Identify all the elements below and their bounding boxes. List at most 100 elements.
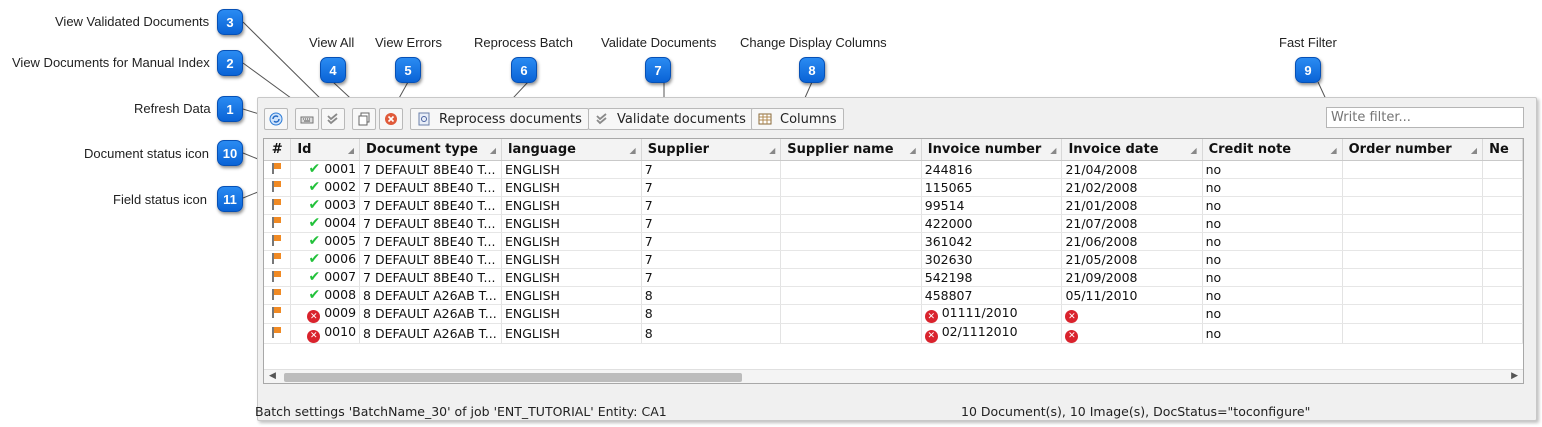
horizontal-scrollbar[interactable]: ◀ ▶ <box>264 369 1523 383</box>
doctype-cell[interactable]: 8 DEFAULT A26AB T... <box>359 304 502 324</box>
refresh-button[interactable] <box>264 108 288 130</box>
doc-status-cell[interactable] <box>264 250 292 269</box>
ne-cell[interactable] <box>1482 160 1523 179</box>
col-header-invoice-number[interactable]: Invoice number ◢ <box>921 139 1063 161</box>
invoice-number-cell[interactable]: 244816 <box>921 160 1063 179</box>
manual-index-button[interactable] <box>295 108 319 130</box>
ne-cell[interactable] <box>1482 232 1523 251</box>
order-number-cell[interactable] <box>1342 214 1484 233</box>
table-row[interactable]: ✔ 0005 7 DEFAULT 8BE40 T... ENGLISH 7 361042… <box>264 232 1523 251</box>
doc-status-cell[interactable] <box>264 214 292 233</box>
invoice-number-cell[interactable]: ✕ 02/1112010 <box>921 323 1063 344</box>
col-header-ne[interactable]: Ne <box>1482 139 1523 161</box>
invoice-date-cell[interactable]: 21/01/2008 <box>1061 196 1203 215</box>
col-header-credit-note[interactable]: Credit note ◢ <box>1202 139 1343 161</box>
doctype-cell[interactable]: 7 DEFAULT 8BE40 T... <box>359 232 502 251</box>
supplier-cell[interactable]: 7 <box>641 160 782 179</box>
supplier-name-cell[interactable] <box>780 304 922 324</box>
col-header-id[interactable]: Id ◢ <box>290 139 361 161</box>
sort-icon[interactable]: ◢ <box>910 146 916 155</box>
id-cell[interactable]: ✔ 0006 <box>290 250 361 269</box>
language-cell[interactable]: ENGLISH <box>501 160 642 179</box>
invoice-date-cell[interactable]: 21/06/2008 <box>1061 232 1203 251</box>
col-header-order-number[interactable]: Order number ◢ <box>1342 139 1484 161</box>
doc-status-cell[interactable] <box>264 304 292 324</box>
sort-icon[interactable]: ◢ <box>1330 146 1336 155</box>
doc-status-cell[interactable] <box>264 178 292 197</box>
order-number-cell[interactable] <box>1342 196 1484 215</box>
order-number-cell[interactable] <box>1342 160 1484 179</box>
ne-cell[interactable] <box>1482 323 1523 344</box>
id-cell[interactable]: ✔ 0001 <box>290 160 361 179</box>
invoice-date-cell[interactable]: 05/11/2010 <box>1061 286 1203 305</box>
invoice-date-cell[interactable]: ✕ <box>1061 323 1203 344</box>
invoice-date-cell[interactable]: 21/02/2008 <box>1061 178 1203 197</box>
ne-cell[interactable] <box>1482 214 1523 233</box>
ne-cell[interactable] <box>1482 196 1523 215</box>
credit-note-cell[interactable]: no <box>1202 232 1343 251</box>
supplier-cell[interactable]: 7 <box>641 196 782 215</box>
supplier-cell[interactable]: 8 <box>641 304 782 324</box>
supplier-name-cell[interactable] <box>780 178 922 197</box>
sort-icon[interactable]: ◢ <box>769 146 775 155</box>
supplier-cell[interactable]: 7 <box>641 268 782 287</box>
validated-docs-button[interactable] <box>321 108 345 130</box>
supplier-cell[interactable]: 8 <box>641 323 782 344</box>
supplier-name-cell[interactable] <box>780 286 922 305</box>
view-errors-button[interactable] <box>379 108 403 130</box>
language-cell[interactable]: ENGLISH <box>501 250 642 269</box>
table-row[interactable]: ✔ 0002 7 DEFAULT 8BE40 T... ENGLISH 7 115065… <box>264 178 1523 197</box>
invoice-number-cell[interactable]: 302630 <box>921 250 1063 269</box>
table-row[interactable]: ✕ 0009 8 DEFAULT A26AB T... ENGLISH 8 ✕ 0111… <box>264 304 1523 324</box>
ne-cell[interactable] <box>1482 304 1523 324</box>
supplier-name-cell[interactable] <box>780 232 922 251</box>
sort-icon[interactable]: ◢ <box>348 146 354 155</box>
col-header-language[interactable]: language ◢ <box>501 139 642 161</box>
invoice-date-cell[interactable]: 21/05/2008 <box>1061 250 1203 269</box>
col-header-number[interactable]: # <box>264 139 292 161</box>
doctype-cell[interactable]: 8 DEFAULT A26AB T... <box>359 323 502 344</box>
doctype-cell[interactable]: 7 DEFAULT 8BE40 T... <box>359 214 502 233</box>
supplier-name-cell[interactable] <box>780 160 922 179</box>
language-cell[interactable]: ENGLISH <box>501 323 642 344</box>
invoice-number-cell[interactable]: 542198 <box>921 268 1063 287</box>
id-cell[interactable]: ✔ 0005 <box>290 232 361 251</box>
doc-status-cell[interactable] <box>264 268 292 287</box>
scroll-thumb[interactable] <box>284 373 742 382</box>
doctype-cell[interactable]: 7 DEFAULT 8BE40 T... <box>359 268 502 287</box>
columns-button[interactable]: Columns <box>751 108 844 130</box>
table-row[interactable]: ✔ 0003 7 DEFAULT 8BE40 T... ENGLISH 7 99514 2… <box>264 196 1523 215</box>
credit-note-cell[interactable]: no <box>1202 286 1343 305</box>
credit-note-cell[interactable]: no <box>1202 250 1343 269</box>
invoice-number-cell[interactable]: 458807 <box>921 286 1063 305</box>
supplier-cell[interactable]: 7 <box>641 250 782 269</box>
doctype-cell[interactable]: 7 DEFAULT 8BE40 T... <box>359 196 502 215</box>
language-cell[interactable]: ENGLISH <box>501 178 642 197</box>
col-header-supplier-name[interactable]: Supplier name ◢ <box>780 139 922 161</box>
doc-status-cell[interactable] <box>264 286 292 305</box>
reprocess-documents-button[interactable]: Reprocess documents <box>410 108 589 130</box>
doctype-cell[interactable]: 7 DEFAULT 8BE40 T... <box>359 178 502 197</box>
invoice-number-cell[interactable]: 422000 <box>921 214 1063 233</box>
order-number-cell[interactable] <box>1342 232 1484 251</box>
order-number-cell[interactable] <box>1342 286 1484 305</box>
scroll-left-icon[interactable]: ◀ <box>269 370 276 381</box>
scroll-right-icon[interactable]: ▶ <box>1511 370 1518 381</box>
supplier-name-cell[interactable] <box>780 268 922 287</box>
invoice-date-cell[interactable]: ✕ <box>1061 304 1203 324</box>
col-header-document-type[interactable]: Document type ◢ <box>359 139 502 161</box>
id-cell[interactable]: ✔ 0007 <box>290 268 361 287</box>
id-cell[interactable]: ✔ 0002 <box>290 178 361 197</box>
ne-cell[interactable] <box>1482 178 1523 197</box>
invoice-date-cell[interactable]: 21/07/2008 <box>1061 214 1203 233</box>
credit-note-cell[interactable]: no <box>1202 160 1343 179</box>
id-cell[interactable]: ✔ 0003 <box>290 196 361 215</box>
sort-icon[interactable]: ◢ <box>490 146 496 155</box>
invoice-date-cell[interactable]: 21/09/2008 <box>1061 268 1203 287</box>
invoice-number-cell[interactable]: ✕ 01111/2010 <box>921 304 1063 324</box>
order-number-cell[interactable] <box>1342 268 1484 287</box>
language-cell[interactable]: ENGLISH <box>501 304 642 324</box>
credit-note-cell[interactable]: no <box>1202 323 1343 344</box>
doctype-cell[interactable]: 8 DEFAULT A26AB T... <box>359 286 502 305</box>
col-header-invoice-date[interactable]: Invoice date ◢ <box>1061 139 1203 161</box>
